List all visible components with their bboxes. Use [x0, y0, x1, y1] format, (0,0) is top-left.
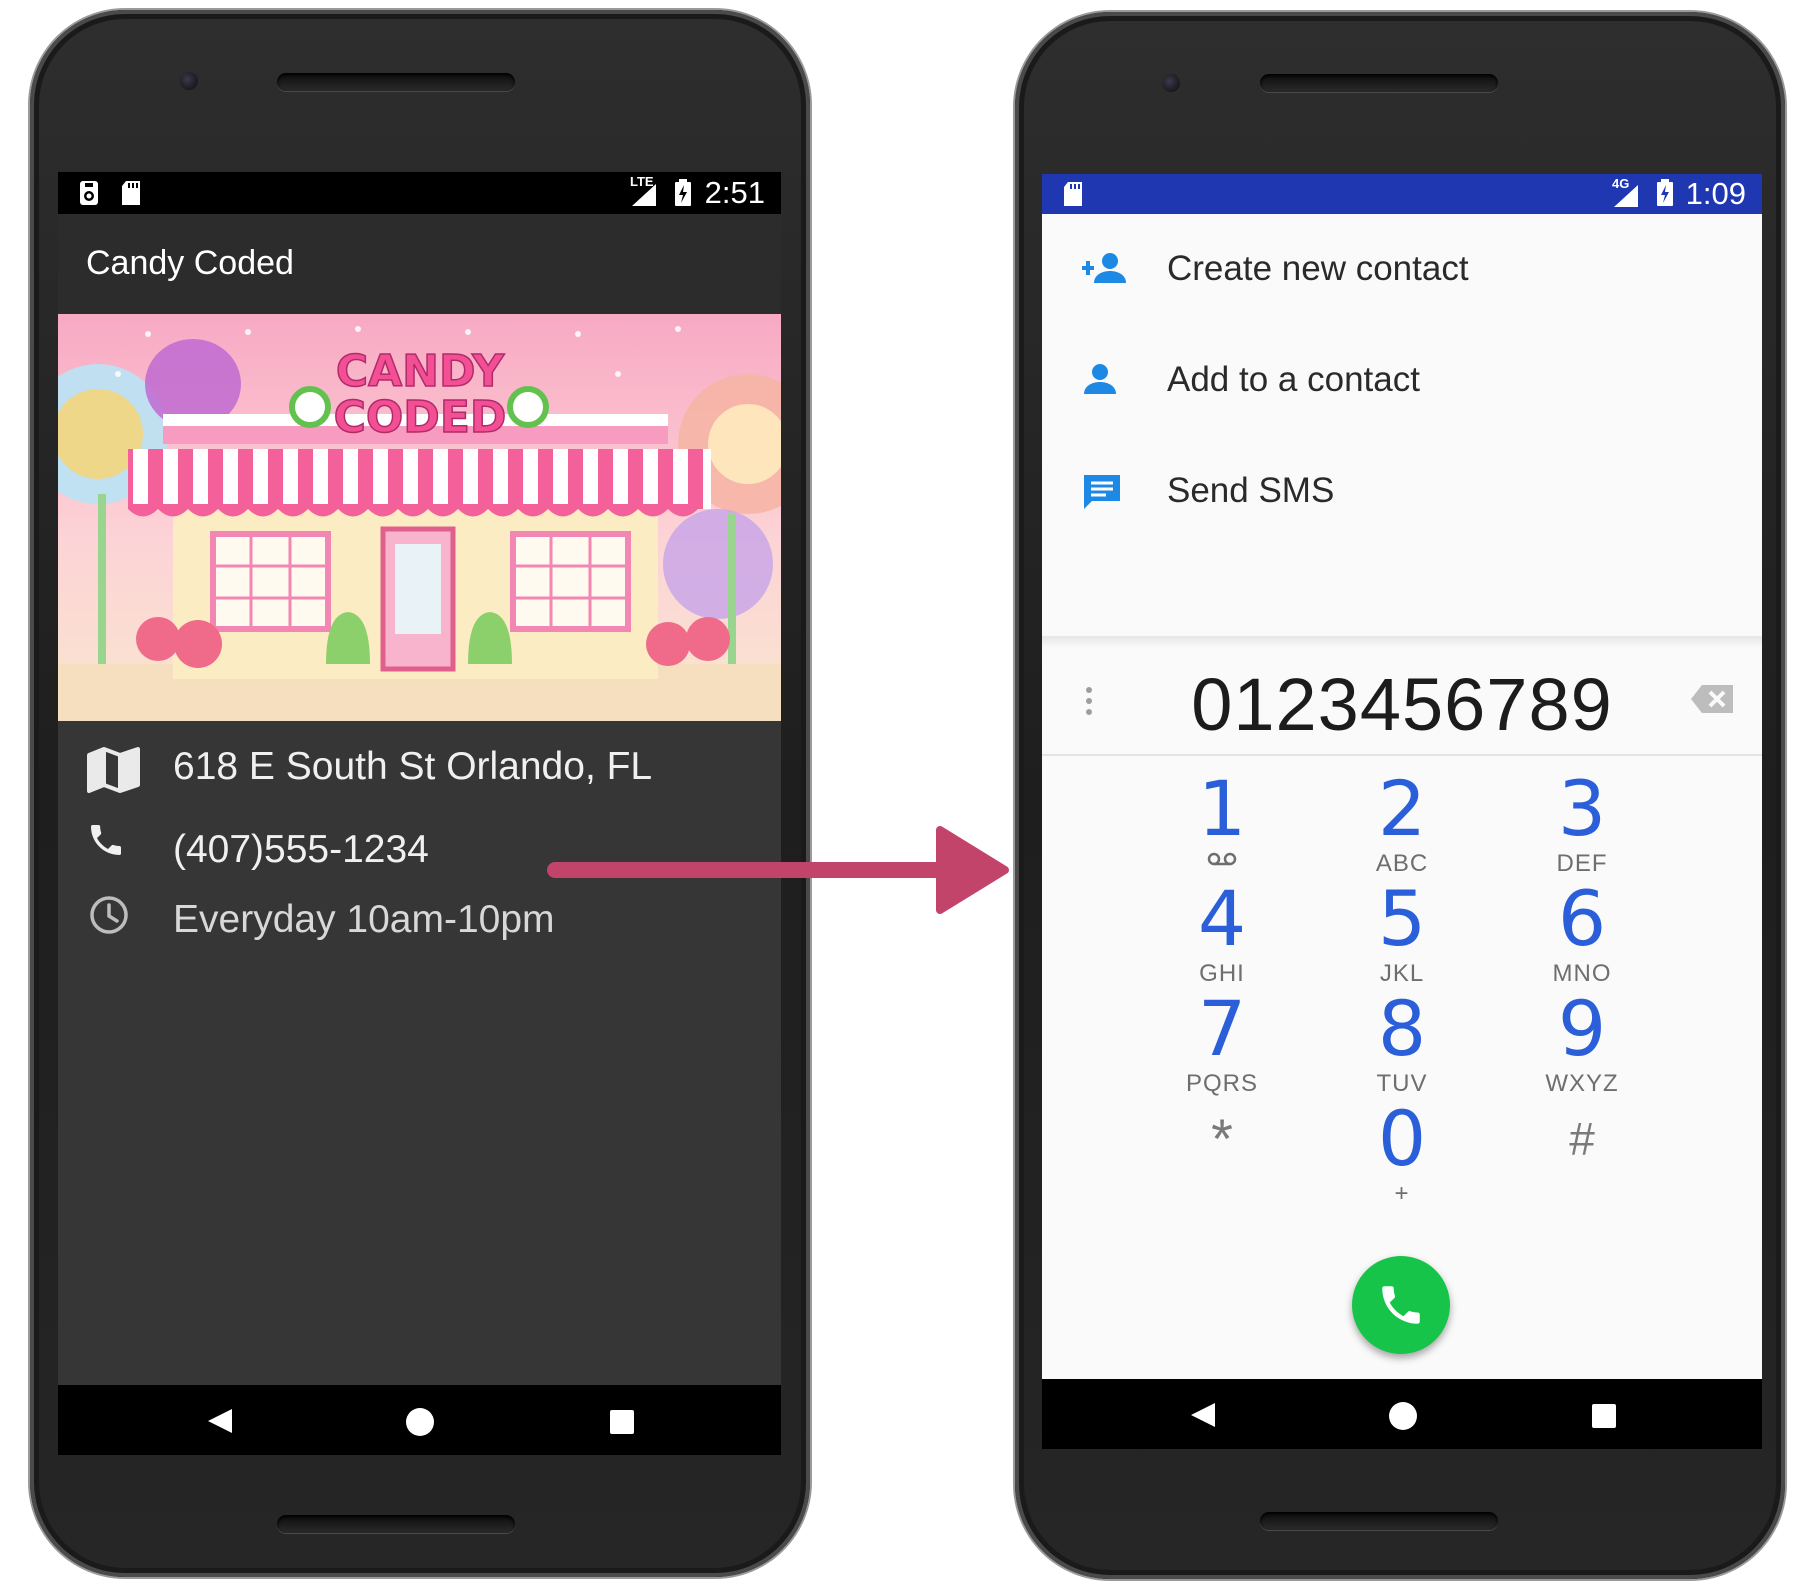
signal-icon: [1614, 185, 1638, 207]
key-3[interactable]: 3 DEF: [1507, 770, 1657, 880]
map-icon: [87, 747, 140, 793]
key-digit: 0: [1377, 1094, 1427, 1183]
key-digit: 9: [1557, 984, 1607, 1073]
phone-number-text: (407)555-1234: [173, 828, 429, 871]
key-digit: *: [1211, 1107, 1233, 1170]
key-6[interactable]: 6 MNO: [1507, 880, 1657, 990]
address-text: 618 E South St Orlando, FL: [173, 745, 653, 788]
key-digit: 6: [1557, 874, 1607, 963]
key-4[interactable]: 4 GHI: [1147, 880, 1297, 990]
key-digit: 4: [1197, 874, 1247, 963]
key-digit: 1: [1197, 764, 1247, 853]
home-icon[interactable]: [1388, 1401, 1418, 1431]
clock: 1:09: [1685, 176, 1746, 211]
bottom-speaker: [277, 1515, 515, 1533]
signal-icon: [632, 184, 656, 206]
navigation-bar: [1042, 1379, 1762, 1449]
key-digit: #: [1569, 1113, 1595, 1165]
key-digit: 3: [1557, 764, 1607, 853]
key-0[interactable]: 0 +: [1327, 1100, 1477, 1210]
battery-icon: [1657, 179, 1673, 206]
app-bar: Candy Coded: [58, 214, 781, 314]
key-digit: 5: [1377, 874, 1427, 963]
key-2[interactable]: 2 ABC: [1327, 770, 1477, 880]
key-letters: +: [1394, 1180, 1410, 1207]
key-8[interactable]: 8 TUV: [1327, 990, 1477, 1100]
comparison-stage: LTE 2:51 Candy Coded CANDY CODED 618 E S…: [0, 0, 1815, 1584]
recents-icon[interactable]: [609, 1409, 635, 1435]
bottom-speaker: [1260, 1512, 1498, 1530]
send-sms-label: Send SMS: [1167, 471, 1335, 510]
phone-icon: [1382, 1286, 1420, 1324]
hours-text: Everyday 10am-10pm: [173, 898, 555, 941]
transition-arrow: [547, 826, 1009, 914]
candy-shop-banner-image: CANDY CODED: [58, 314, 781, 721]
send-sms-option[interactable]: Send SMS: [1042, 441, 1762, 551]
left-screen: LTE 2:51 Candy Coded CANDY CODED 618 E S…: [58, 172, 781, 1455]
key-letters: PQRS: [1185, 1070, 1258, 1097]
key-letters: WXYZ: [1545, 1070, 1619, 1097]
dialed-digits-bar: 0123456789: [1042, 648, 1762, 756]
top-speaker: [277, 73, 515, 91]
dialpad-shadow: [1042, 636, 1762, 648]
add-to-contact-option[interactable]: Add to a contact: [1042, 330, 1762, 440]
recents-icon[interactable]: [1591, 1403, 1617, 1429]
key-digit: 2: [1377, 764, 1427, 853]
left-phone-frame: LTE 2:51 Candy Coded CANDY CODED 618 E S…: [30, 10, 810, 1577]
key-1[interactable]: 1: [1147, 770, 1297, 880]
front-camera: [1162, 74, 1180, 92]
dialed-number[interactable]: 0123456789: [1042, 662, 1762, 747]
right-screen: 4G 1:09 Create new contact Add to a cont…: [1042, 174, 1762, 1449]
key-star[interactable]: *: [1147, 1100, 1297, 1210]
status-bar: 4G 1:09: [1042, 174, 1762, 214]
call-button[interactable]: [1352, 1256, 1450, 1354]
clock-icon: [90, 896, 128, 934]
clock: 2:51: [704, 175, 765, 210]
key-9[interactable]: 9 WXYZ: [1507, 990, 1657, 1100]
sd-card-icon: [1064, 182, 1082, 206]
battery-icon: [675, 179, 691, 206]
back-icon[interactable]: [1189, 1401, 1217, 1429]
add-to-contact-label: Add to a contact: [1167, 360, 1420, 399]
person-icon: [1084, 364, 1116, 394]
home-icon[interactable]: [405, 1407, 435, 1437]
create-new-contact-label: Create new contact: [1167, 249, 1469, 288]
right-phone-frame: 4G 1:09 Create new contact Add to a cont…: [1015, 12, 1785, 1579]
key-digit: 8: [1377, 984, 1427, 1073]
message-icon: [1084, 475, 1120, 509]
add-person-icon: [1082, 253, 1126, 283]
key-5[interactable]: 5 JKL: [1327, 880, 1477, 990]
front-camera: [180, 72, 198, 90]
backspace-icon[interactable]: [1690, 684, 1734, 714]
back-icon[interactable]: [206, 1407, 234, 1435]
phone-icon: [91, 825, 121, 855]
voicemail-icon: [1207, 852, 1237, 866]
sd-card-icon: [122, 181, 140, 205]
key-hash[interactable]: #: [1507, 1100, 1657, 1210]
top-speaker: [1260, 74, 1498, 92]
address-row[interactable]: 618 E South St Orlando, FL: [58, 737, 781, 797]
sim-notification-icon: [80, 181, 98, 205]
app-title: Candy Coded: [86, 244, 294, 282]
banner-logo-line1: CANDY: [336, 346, 505, 397]
navigation-bar: [58, 1385, 781, 1455]
banner-logo-line2: CODED: [334, 392, 507, 443]
status-bar: LTE 2:51: [58, 172, 781, 214]
key-7[interactable]: 7 PQRS: [1147, 990, 1297, 1100]
create-new-contact-option[interactable]: Create new contact: [1042, 219, 1762, 329]
key-digit: 7: [1197, 984, 1247, 1073]
